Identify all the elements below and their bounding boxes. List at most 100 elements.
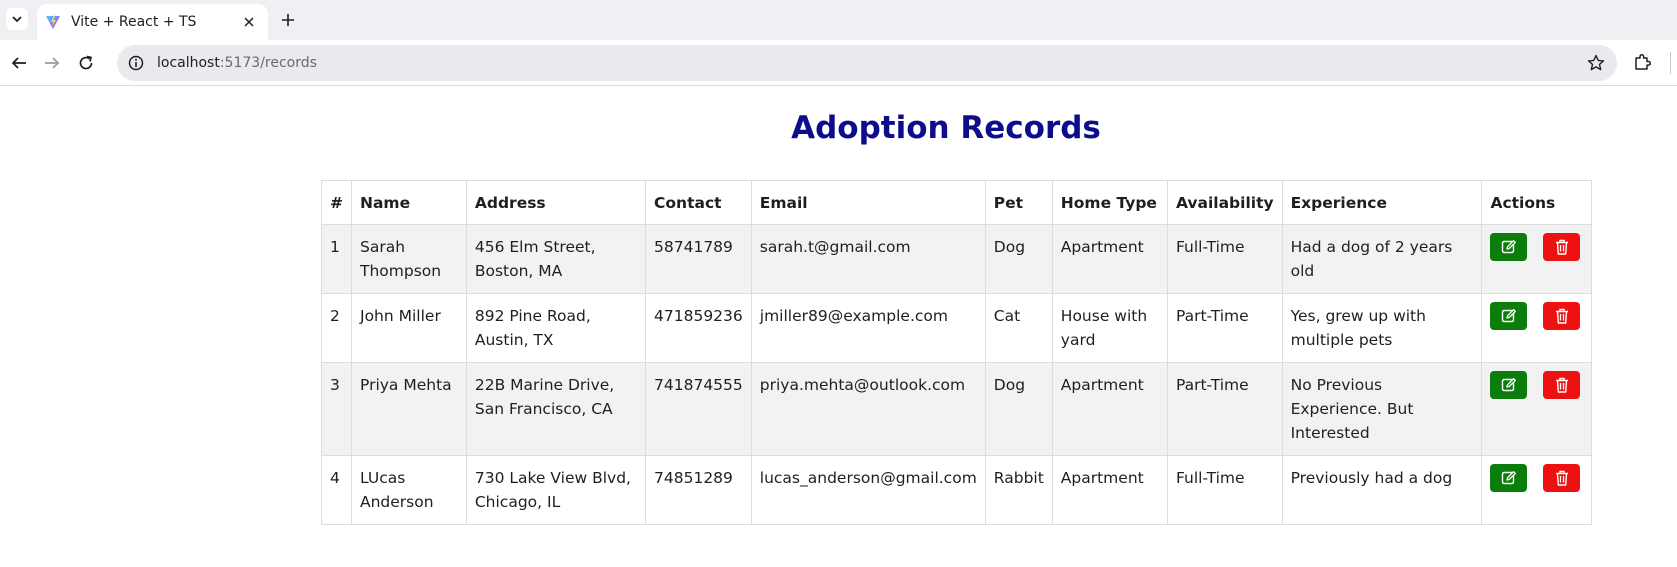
cell-name: John Miller [351,293,467,363]
table-header: # Name Address Contact Email Pet Home Ty… [321,180,1592,225]
delete-button[interactable] [1543,371,1581,399]
cell-email: sarah.t@gmail.com [750,224,986,294]
url-path: :5173/records [219,55,317,71]
cell-availability: Part-Time [1166,293,1283,363]
cell-actions [1481,224,1592,294]
bookmark-button[interactable] [1587,54,1605,72]
tab-search-button[interactable] [6,8,28,30]
cell-actions [1481,362,1592,456]
delete-button[interactable] [1543,464,1581,492]
cell-availability: Full-Time [1166,224,1283,294]
trash-icon [1555,239,1568,255]
header-contact: Contact [645,180,752,225]
browser-toolbar: localhost:5173/records [0,40,1677,86]
edit-icon [1501,309,1516,323]
close-tab-button[interactable] [240,13,258,31]
reload-icon [79,55,93,70]
header-name: Name [351,180,467,225]
cell-number: 4 [321,455,352,525]
vite-logo-icon [46,15,60,29]
star-icon [1587,54,1605,71]
cell-number: 3 [321,362,352,456]
trash-icon [1555,308,1568,324]
cell-number: 1 [321,224,352,294]
reload-button[interactable] [75,52,97,74]
edit-button[interactable] [1490,371,1528,399]
cell-name: LUcas Anderson [351,455,467,525]
edit-icon [1501,471,1516,485]
edit-button[interactable] [1490,233,1528,261]
cell-pet: Dog [984,362,1053,456]
info-icon [128,55,144,71]
cell-availability: Part-Time [1166,362,1283,456]
cell-address: 730 Lake View Blvd, Chicago, IL [465,455,647,525]
table-body: 1 Sarah Thompson 456 Elm Street, Boston,… [321,224,1592,525]
header-row: # Name Address Contact Email Pet Home Ty… [321,180,1592,225]
header-experience: Experience [1281,180,1483,225]
cell-contact: 58741789 [645,224,752,294]
chevron-down-icon [12,16,22,23]
trash-icon [1555,470,1568,486]
cell-home-type: Apartment [1051,362,1168,456]
delete-button[interactable] [1543,302,1581,330]
forward-button[interactable] [41,52,63,74]
plus-icon [282,14,294,26]
header-address: Address [465,180,647,225]
cell-email: lucas_anderson@gmail.com [750,455,986,525]
header-actions: Actions [1481,180,1592,225]
header-number: # [321,180,352,225]
url-text: localhost:5173/records [157,55,317,71]
cell-pet: Rabbit [984,455,1053,525]
cell-home-type: Apartment [1051,455,1168,525]
cell-contact: 74851289 [645,455,752,525]
cell-home-type: Apartment [1051,224,1168,294]
cell-actions [1481,293,1592,363]
cell-contact: 471859236 [645,293,752,363]
cell-contact: 741874555 [645,362,752,456]
header-availability: Availability [1166,180,1283,225]
trash-icon [1555,377,1568,393]
cell-number: 2 [321,293,352,363]
table-row: 4 LUcas Anderson 730 Lake View Blvd, Chi… [321,455,1592,525]
table-row: 3 Priya Mehta 22B Marine Drive, San Fran… [321,362,1592,456]
back-button[interactable] [8,52,30,74]
cell-availability: Full-Time [1166,455,1283,525]
table-row: 1 Sarah Thompson 456 Elm Street, Boston,… [321,224,1592,294]
cell-pet: Dog [984,224,1053,294]
tab-title: Vite + React + TS [71,14,197,30]
back-arrow-icon [11,57,26,69]
header-home-type: Home Type [1051,180,1168,225]
cell-home-type: House with yard [1051,293,1168,363]
puzzle-icon [1635,53,1652,70]
browser-tab[interactable]: Vite + React + TS [37,4,268,40]
header-pet: Pet [984,180,1053,225]
cell-address: 456 Elm Street, Boston, MA [465,224,647,294]
tab-strip: Vite + React + TS [0,0,1677,40]
site-info-button[interactable] [127,54,145,72]
adoption-records-table: # Name Address Contact Email Pet Home Ty… [321,180,1592,525]
edit-button[interactable] [1490,302,1528,330]
cell-name: Priya Mehta [351,362,467,456]
cell-name: Sarah Thompson [351,224,467,294]
cell-actions [1481,455,1592,525]
url-host: localhost [157,55,220,71]
cell-pet: Cat [984,293,1053,363]
edit-icon [1501,240,1516,254]
edit-button[interactable] [1490,464,1528,492]
close-icon [244,17,254,27]
new-tab-button[interactable] [279,11,297,29]
cell-experience: Had a dog of 2 years old [1281,224,1483,294]
cell-email: priya.mehta@outlook.com [750,362,986,456]
table-row: 2 John Miller 892 Pine Road, Austin, TX … [321,293,1592,363]
extensions-button[interactable] [1633,52,1655,74]
header-email: Email [750,180,986,225]
cell-experience: Yes, grew up with multiple pets [1281,293,1483,363]
cell-address: 892 Pine Road, Austin, TX [465,293,647,363]
cell-experience: Previously had a dog [1281,455,1483,525]
address-bar[interactable]: localhost:5173/records [117,45,1617,81]
cell-experience: No Previous Experience. But Interested [1281,362,1483,456]
cell-email: jmiller89@example.com [750,293,986,363]
forward-arrow-icon [45,57,60,69]
delete-button[interactable] [1543,233,1581,261]
edit-icon [1501,378,1516,392]
